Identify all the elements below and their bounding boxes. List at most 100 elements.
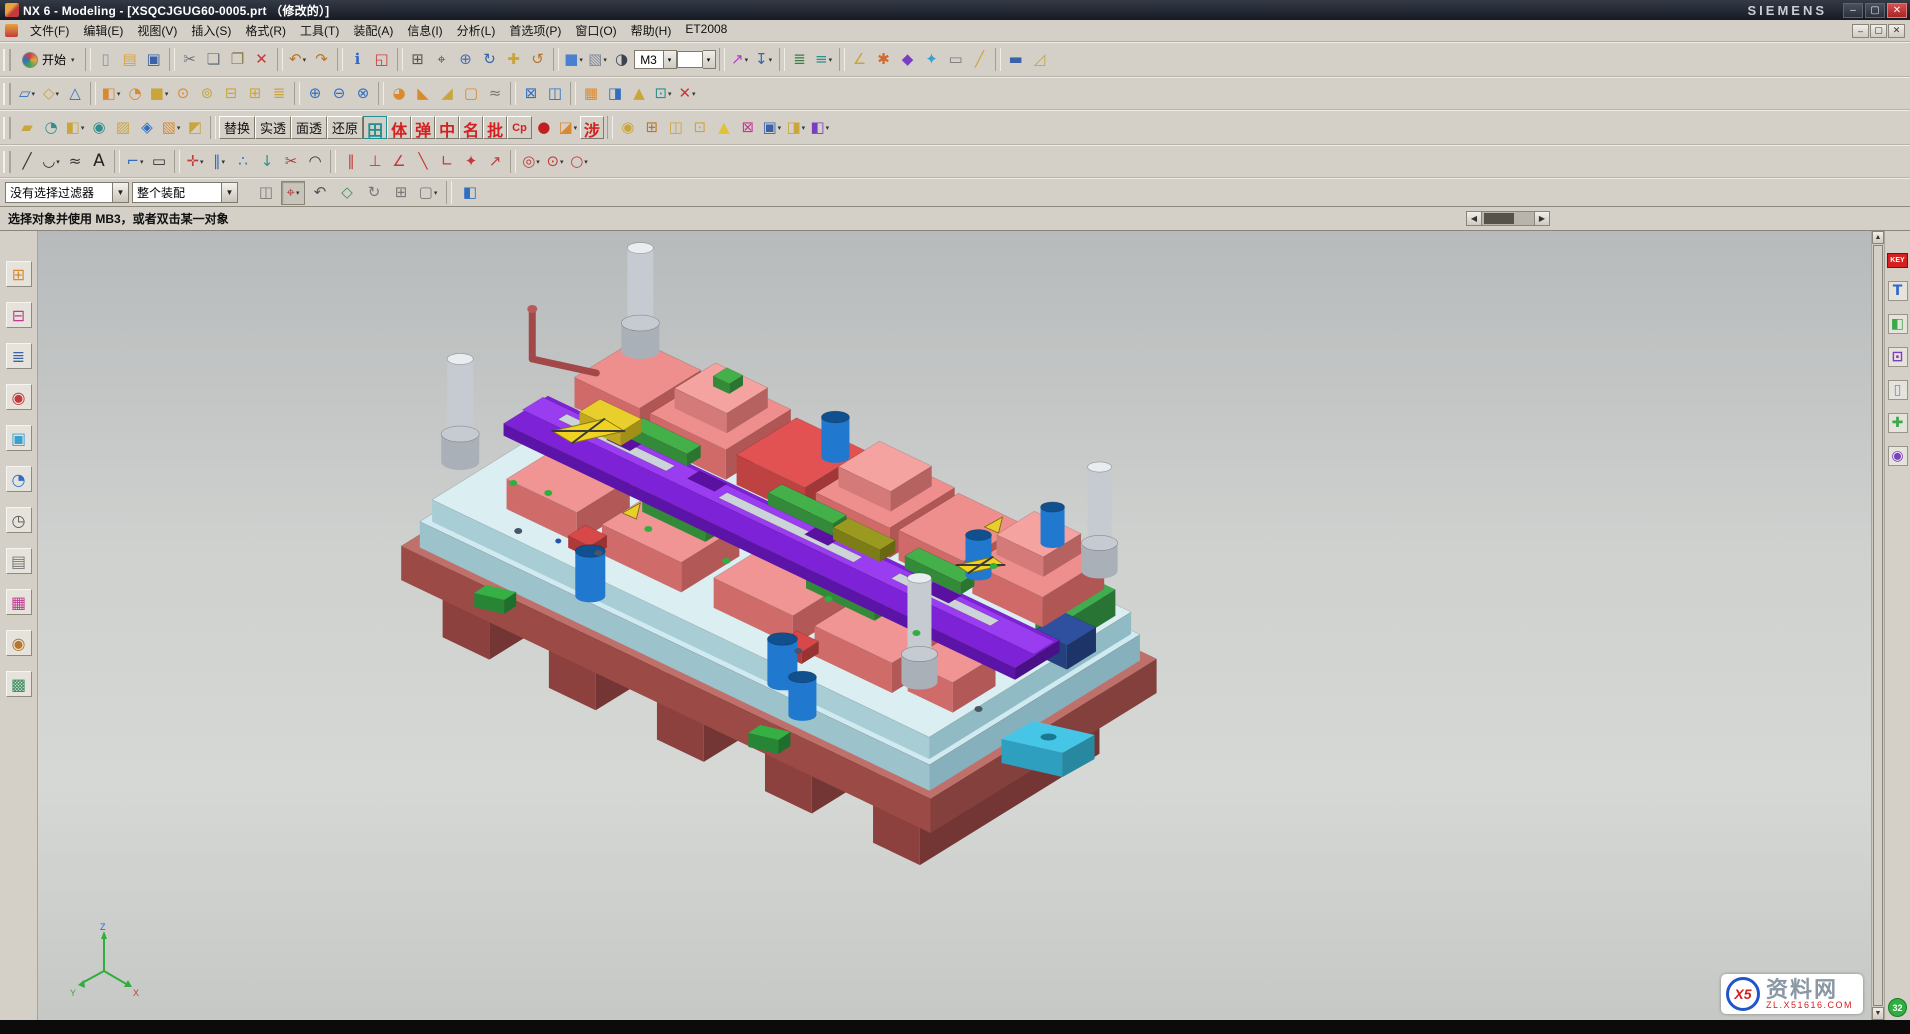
unite-icon[interactable]: ⊕ bbox=[303, 82, 327, 106]
ellipse-icon[interactable]: ⊙▾ bbox=[543, 150, 567, 174]
paste-icon[interactable]: ❐ bbox=[226, 48, 250, 72]
cp-button[interactable]: Cp bbox=[507, 116, 532, 139]
arc-icon[interactable]: ◡▾ bbox=[39, 150, 63, 174]
menu-format[interactable]: 格式(R) bbox=[238, 19, 293, 42]
fit-view-icon[interactable]: ↻ bbox=[478, 48, 502, 72]
menu-preferences[interactable]: 首选项(P) bbox=[502, 19, 568, 42]
redo-icon[interactable]: ↷ bbox=[310, 48, 334, 72]
menu-edit[interactable]: 编辑(E) bbox=[76, 19, 130, 42]
through-curves-icon[interactable]: ▰ bbox=[15, 116, 39, 140]
offset-face-icon[interactable]: ▲ bbox=[627, 82, 651, 106]
save-icon[interactable]: ▣ bbox=[142, 48, 166, 72]
move-object-icon[interactable]: ↗▾ bbox=[728, 48, 752, 72]
circle-icon[interactable]: ◎▾ bbox=[519, 150, 543, 174]
pattern-face-icon[interactable]: ⊞ bbox=[640, 116, 664, 140]
pattern-curve-icon[interactable]: ∴ bbox=[231, 150, 255, 174]
measure-angle-icon[interactable]: ∠ bbox=[848, 48, 872, 72]
count-badge[interactable]: 32 bbox=[1888, 998, 1907, 1017]
process-studio-icon[interactable]: ▦ bbox=[6, 589, 32, 615]
swept-icon[interactable]: ◔ bbox=[39, 116, 63, 140]
diagonal-measure-icon[interactable]: ╱ bbox=[968, 48, 992, 72]
menu-help[interactable]: 帮助(H) bbox=[624, 19, 679, 42]
part-family-icon[interactable]: ◧ bbox=[1888, 314, 1908, 334]
constraint-midpoint-icon[interactable]: ✦ bbox=[459, 150, 483, 174]
sphere-icon[interactable]: ◉ bbox=[87, 116, 111, 140]
undo-icon[interactable]: ↶▾ bbox=[286, 48, 310, 72]
red-ball-icon[interactable]: ● bbox=[532, 116, 556, 140]
sketch-icon[interactable]: △ bbox=[63, 82, 87, 106]
extrude-icon[interactable]: ◧▾ bbox=[99, 82, 123, 106]
ruler-icon[interactable]: ▬ bbox=[1004, 48, 1028, 72]
constraint-navigator-icon[interactable]: ⊟ bbox=[6, 302, 32, 328]
measure-distance-icon[interactable]: ✱ bbox=[872, 48, 896, 72]
line-icon[interactable]: ╱ bbox=[15, 150, 39, 174]
minimize-button[interactable]: – bbox=[1843, 3, 1863, 18]
highlight-icon[interactable]: ✦ bbox=[920, 48, 944, 72]
draft-icon[interactable]: ◢ bbox=[435, 82, 459, 106]
delete-icon[interactable]: ✕ bbox=[250, 48, 274, 72]
more-feature-icon[interactable]: ✕▾ bbox=[675, 82, 699, 106]
mdi-close-button[interactable]: ✕ bbox=[1888, 24, 1905, 38]
tool-cube-icon[interactable]: ◪▾ bbox=[556, 116, 580, 140]
constraint-perpendicular-icon[interactable]: ⊥ bbox=[363, 150, 387, 174]
menu-analysis[interactable]: 分析(L) bbox=[450, 19, 503, 42]
constraint-fix-icon[interactable]: ∟ bbox=[435, 150, 459, 174]
render-style-icon[interactable]: ◑ bbox=[610, 48, 634, 72]
section-view-icon[interactable]: ≡▾ bbox=[812, 48, 836, 72]
she-button[interactable]: 涉 bbox=[580, 116, 604, 139]
copy-icon[interactable]: ❏ bbox=[202, 48, 226, 72]
template-icon[interactable]: T bbox=[1888, 281, 1908, 301]
graphics-window[interactable]: Z X Y X5 资料网 ZL.X51616.COM bbox=[38, 231, 1871, 1020]
wireframe-view-icon[interactable]: ▧▾ bbox=[586, 48, 610, 72]
dimension-icon[interactable]: ↗ bbox=[483, 150, 507, 174]
edit-surface-icon[interactable]: ◨▾ bbox=[784, 116, 808, 140]
rotate-view-icon[interactable]: ↺ bbox=[526, 48, 550, 72]
clamp-tool-icon[interactable]: ✚ bbox=[1888, 413, 1908, 433]
maximize-button[interactable]: ▢ bbox=[1865, 3, 1885, 18]
close-button[interactable]: ✕ bbox=[1887, 3, 1907, 18]
start-button[interactable]: 开始▾ bbox=[15, 49, 82, 70]
scroll-right-icon[interactable]: ▶ bbox=[1534, 211, 1550, 226]
shell-icon[interactable]: ▢ bbox=[459, 82, 483, 106]
n-sided-surface-icon[interactable]: ◈ bbox=[135, 116, 159, 140]
menu-information[interactable]: 信息(I) bbox=[400, 19, 449, 42]
pattern-feature-icon[interactable]: ▦ bbox=[579, 82, 603, 106]
offset-surface-icon[interactable]: ▧▾ bbox=[159, 116, 183, 140]
selection-filter-combo[interactable]: 没有选择过滤器▼ bbox=[5, 182, 129, 203]
solid-transparent-button[interactable]: 实透 bbox=[255, 116, 291, 139]
ruled-surface-icon[interactable]: ◧▾ bbox=[63, 116, 87, 140]
project-curve-icon[interactable]: ↓ bbox=[255, 150, 279, 174]
pan-mode-icon[interactable]: ⊞ bbox=[389, 181, 413, 205]
mirror-feature-icon[interactable]: ◨ bbox=[603, 82, 627, 106]
fillet-icon[interactable]: ◠ bbox=[303, 150, 327, 174]
profile-icon[interactable]: ⌐▾ bbox=[123, 150, 147, 174]
constraint-tangent-icon[interactable]: ╲ bbox=[411, 150, 435, 174]
menu-tools[interactable]: 工具(T) bbox=[293, 19, 346, 42]
face-transparent-button[interactable]: 面透 bbox=[291, 116, 327, 139]
menu-window[interactable]: 窗口(O) bbox=[568, 19, 623, 42]
chamfer-icon[interactable]: ◣ bbox=[411, 82, 435, 106]
system-materials-icon[interactable]: ▤ bbox=[6, 548, 32, 574]
vscroll-thumb[interactable] bbox=[1873, 245, 1883, 1006]
spring-button[interactable]: 弹 bbox=[411, 116, 435, 139]
scroll-thumb[interactable] bbox=[1484, 213, 1514, 224]
new-icon[interactable]: ▯ bbox=[94, 48, 118, 72]
synchronous-modeling-icon[interactable]: ⊡▾ bbox=[651, 82, 675, 106]
trim-curve-icon[interactable]: ✂ bbox=[279, 150, 303, 174]
scroll-down-icon[interactable]: ▼ bbox=[1872, 1007, 1884, 1020]
mesh-surface-icon[interactable]: ▨ bbox=[111, 116, 135, 140]
tian-grid-button[interactable]: 田 bbox=[363, 116, 387, 139]
emboss-icon[interactable]: ≣ bbox=[267, 82, 291, 106]
reuse-library-icon[interactable]: ◉ bbox=[6, 384, 32, 410]
iso-view-icon[interactable]: ◇ bbox=[335, 181, 359, 205]
pocket-icon[interactable]: ⊟ bbox=[219, 82, 243, 106]
color-swatch[interactable]: ▾ bbox=[677, 50, 716, 69]
constraint-angle-icon[interactable]: ∠ bbox=[387, 150, 411, 174]
mdi-minimize-button[interactable]: – bbox=[1852, 24, 1869, 38]
object-list-icon[interactable]: ≣ bbox=[788, 48, 812, 72]
wave-link-icon[interactable]: ◉ bbox=[616, 116, 640, 140]
cut-icon[interactable]: ✂ bbox=[178, 48, 202, 72]
trimmed-sheet-icon[interactable]: ◩ bbox=[183, 116, 207, 140]
menu-assemblies[interactable]: 装配(A) bbox=[346, 19, 400, 42]
rotate-mode-icon[interactable]: ↻ bbox=[362, 181, 386, 205]
